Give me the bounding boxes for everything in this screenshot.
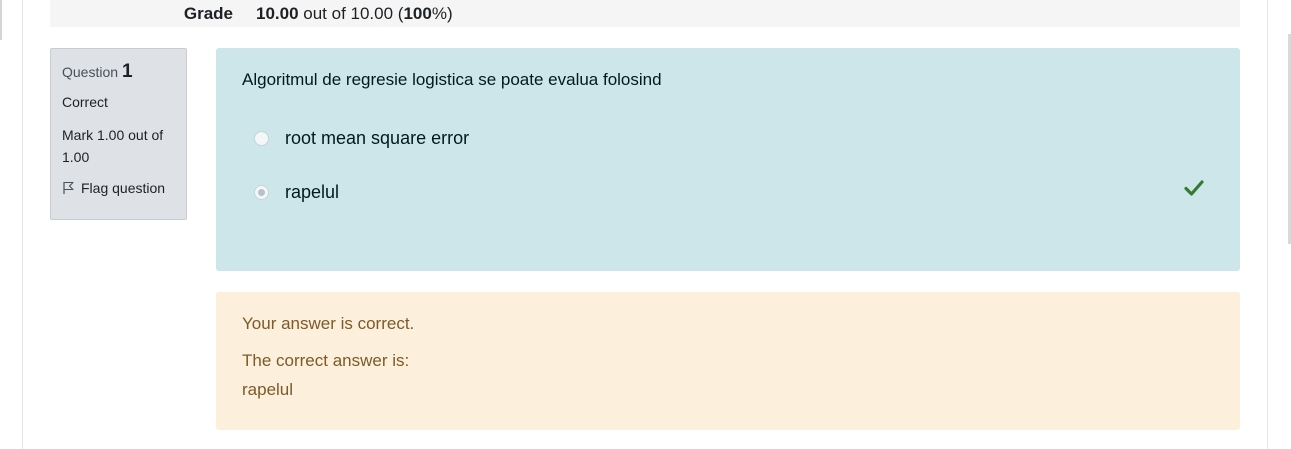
flag-question-link[interactable]: Flag question bbox=[62, 180, 175, 196]
question-state: Correct bbox=[62, 94, 108, 110]
answer-option-1[interactable]: root mean square error bbox=[254, 128, 469, 149]
question-label: Question bbox=[62, 64, 119, 80]
answer-radio-2[interactable] bbox=[254, 185, 269, 200]
correct-answer-label: The correct answer is: bbox=[242, 351, 410, 370]
feedback-box: Your answer is correct. The correct answ… bbox=[216, 292, 1240, 430]
answer-radio-1[interactable] bbox=[254, 131, 269, 146]
grade-score: 10.00 bbox=[256, 4, 299, 23]
correct-answer-value: rapelul bbox=[242, 380, 294, 399]
flag-icon bbox=[63, 181, 74, 194]
answer-label-1: root mean square error bbox=[285, 128, 470, 148]
flag-question-label: Flag question bbox=[81, 180, 166, 196]
question-info-box: Question 1 Correct Mark 1.00 out of 1.00… bbox=[50, 48, 187, 220]
grade-summary-row: Grade 10.00 out of 10.00 (100%) bbox=[50, 0, 1240, 27]
answer-option-2[interactable]: rapelul bbox=[254, 182, 339, 203]
left-edge-mark bbox=[0, 0, 2, 40]
grade-label: Grade bbox=[183, 4, 233, 23]
grade-suffix: %) bbox=[431, 4, 453, 23]
answer-label-2: rapelul bbox=[285, 182, 340, 202]
question-number-line: Question 1 bbox=[62, 61, 175, 83]
grade-out-of: out of 10.00 ( bbox=[298, 4, 404, 23]
question-mark: Mark 1.00 out of 1.00 bbox=[62, 127, 164, 165]
grade-percent: 100 bbox=[403, 4, 432, 23]
question-text: Algoritmul de regresie logistica se poat… bbox=[242, 70, 662, 89]
question-formulation: Algoritmul de regresie logistica se poat… bbox=[216, 48, 1240, 271]
feedback-result: Your answer is correct. bbox=[242, 314, 415, 333]
grade-value: 10.00 out of 10.00 (100%) bbox=[256, 0, 453, 27]
correct-check-icon bbox=[1184, 180, 1204, 196]
question-number: 1 bbox=[121, 61, 133, 82]
